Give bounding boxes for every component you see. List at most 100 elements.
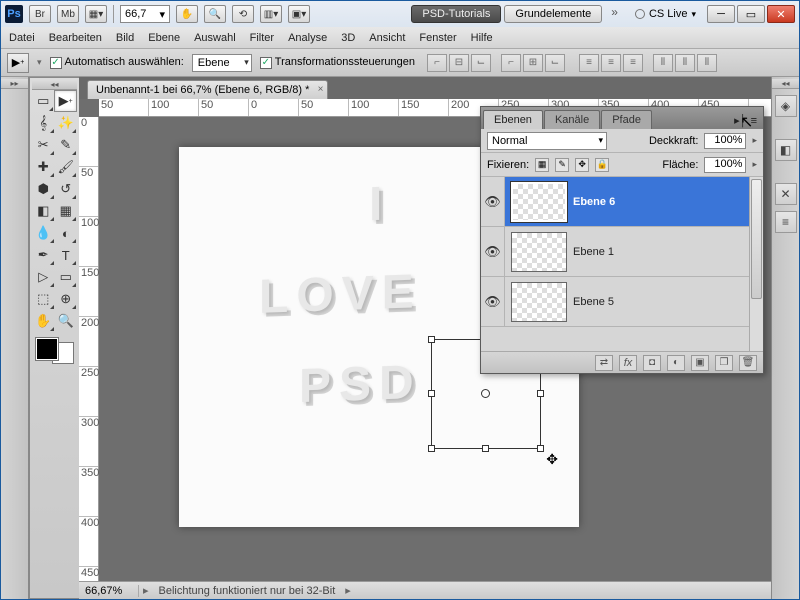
menu-ansicht[interactable]: Ansicht [369, 32, 405, 44]
left-dock-expand-icon[interactable]: ▸▸ [1, 79, 28, 89]
pen-tool[interactable]: ✒ [32, 244, 55, 266]
scrollbar-thumb[interactable] [751, 179, 762, 299]
opacity-input[interactable]: 100% [704, 133, 746, 149]
minibridge-button[interactable]: Mb [57, 5, 79, 23]
align-right[interactable]: ⌙ [545, 54, 565, 72]
eraser-tool[interactable]: ◧ [32, 200, 55, 222]
blur-tool[interactable]: 💧 [32, 222, 55, 244]
menu-auswahl[interactable]: Auswahl [194, 32, 236, 44]
align-bottom[interactable]: ⌙ [471, 54, 491, 72]
transform-center-icon[interactable] [481, 389, 490, 398]
document-tab[interactable]: Unbenannt-1 bei 66,7% (Ebene 6, RGB/8) *… [87, 80, 328, 99]
dist-top[interactable]: ≡ [579, 54, 599, 72]
hand-button[interactable]: ✋ [176, 5, 198, 23]
path-select-tool[interactable]: ▷ [32, 266, 55, 288]
transform-handle-bl[interactable] [428, 445, 435, 452]
align-hcenter[interactable]: ⊞ [523, 54, 543, 72]
history-brush-tool[interactable]: ↺ [55, 178, 78, 200]
layer-thumbnail[interactable] [511, 182, 567, 222]
transform-controls-checkbox[interactable]: ✓Transformationssteuerungen [260, 56, 415, 69]
layer-row[interactable]: 👁 Ebene 6 [481, 177, 763, 227]
close-button[interactable]: ✕ [767, 5, 795, 23]
eyedropper-tool[interactable]: ✎ [55, 134, 78, 156]
align-vcenter[interactable]: ⊟ [449, 54, 469, 72]
menu-ebene[interactable]: Ebene [148, 32, 180, 44]
gradient-tool[interactable]: ▦ [55, 200, 78, 222]
tab-ebenen[interactable]: Ebenen [483, 110, 543, 129]
dist-hcenter[interactable]: ⦀ [675, 54, 695, 72]
dist-left[interactable]: ⦀ [653, 54, 673, 72]
zoom-level-input[interactable]: 66,7▾ [120, 5, 170, 23]
zoom-button[interactable]: 🔍 [204, 5, 226, 23]
layers-icon[interactable]: ◈ [775, 95, 797, 117]
wand-tool[interactable]: ✨ [55, 112, 78, 134]
move-tool[interactable]: ▶+ [54, 90, 77, 112]
3d-tool[interactable]: ⬚ [32, 288, 55, 310]
fill-input[interactable]: 100% [704, 157, 746, 173]
workspace-more-icon[interactable]: » [605, 5, 624, 23]
lock-all-icon[interactable]: 🔒 [595, 158, 609, 172]
menu-fenster[interactable]: Fenster [419, 32, 456, 44]
maximize-button[interactable]: ▭ [737, 5, 765, 23]
type-tool[interactable]: T [55, 244, 78, 266]
menu-3d[interactable]: 3D [341, 32, 355, 44]
layer-row[interactable]: 👁 Ebene 1 [481, 227, 763, 277]
stamp-tool[interactable]: ⬢ [32, 178, 55, 200]
menu-datei[interactable]: Datei [9, 32, 35, 44]
marquee-tool[interactable]: ▭ [32, 90, 54, 112]
auto-select-target-dropdown[interactable]: Ebene [192, 54, 252, 72]
blend-mode-dropdown[interactable]: Normal [487, 132, 607, 150]
layer-name[interactable]: Ebene 1 [573, 246, 614, 258]
status-zoom[interactable]: 66,67% [79, 585, 139, 597]
menu-bild[interactable]: Bild [116, 32, 134, 44]
align-left[interactable]: ⌐ [501, 54, 521, 72]
close-tab-icon[interactable]: × [318, 84, 324, 95]
transform-handle-bm[interactable] [482, 445, 489, 452]
dist-right[interactable]: ⦀ [697, 54, 717, 72]
opacity-slider-icon[interactable]: ▸ [752, 135, 757, 146]
tab-kanaele[interactable]: Kanäle [544, 110, 600, 129]
layer-style-icon[interactable]: fx [619, 355, 637, 371]
visibility-icon[interactable]: 👁 [481, 227, 505, 276]
screenmode-button[interactable]: ▣▾ [288, 5, 310, 23]
layer-name[interactable]: Ebene 5 [573, 296, 614, 308]
color-swatch[interactable] [36, 338, 74, 364]
layer-row[interactable]: 👁 Ebene 5 [481, 277, 763, 327]
workspace-psdtutorials[interactable]: PSD-Tutorials [411, 5, 501, 23]
align-top[interactable]: ⌐ [427, 54, 447, 72]
history-icon[interactable]: ≡ [775, 211, 797, 233]
zoom-tool[interactable]: 🔍 [55, 310, 78, 332]
lock-position-icon[interactable]: ✥ [575, 158, 589, 172]
transform-handle-br[interactable] [537, 445, 544, 452]
visibility-icon[interactable]: 👁 [481, 177, 505, 226]
new-layer-icon[interactable]: ❐ [715, 355, 733, 371]
link-layers-icon[interactable]: ⇄ [595, 355, 613, 371]
panel-flyout-icon[interactable]: ▸│ [734, 114, 746, 127]
menu-hilfe[interactable]: Hilfe [471, 32, 493, 44]
adjustments-icon[interactable]: ◧ [775, 139, 797, 161]
arrange-button[interactable]: ▥▾ [260, 5, 282, 23]
cslive-button[interactable]: CS Live▾ [627, 5, 704, 23]
lock-transparency-icon[interactable]: ▦ [535, 158, 549, 172]
workspace-grundelemente[interactable]: Grundelemente [504, 5, 602, 23]
dist-vcenter[interactable]: ≡ [601, 54, 621, 72]
menu-analyse[interactable]: Analyse [288, 32, 327, 44]
visibility-icon[interactable]: 👁 [481, 277, 505, 326]
current-tool-icon[interactable]: ▶+ [7, 53, 29, 73]
hand-tool[interactable]: ✋ [32, 310, 55, 332]
transform-handle-ml[interactable] [428, 390, 435, 397]
dodge-tool[interactable]: ◐ [55, 222, 78, 244]
minimize-button[interactable]: ─ [707, 5, 735, 23]
lock-pixels-icon[interactable]: ✎ [555, 158, 569, 172]
lasso-tool[interactable]: 𝄞 [32, 112, 55, 134]
crop-tool[interactable]: ✂ [32, 134, 55, 156]
tab-pfade[interactable]: Pfade [601, 110, 652, 129]
transform-handle-mr[interactable] [537, 390, 544, 397]
layer-thumbnail[interactable] [511, 282, 567, 322]
panel-menu-icon[interactable]: ≡ [751, 115, 757, 127]
adjustment-layer-icon[interactable]: ◐ [667, 355, 685, 371]
panel-scrollbar[interactable] [749, 177, 763, 351]
fill-slider-icon[interactable]: ▸ [752, 159, 757, 170]
bridge-button[interactable]: Br [29, 5, 51, 23]
layer-mask-icon[interactable]: ◘ [643, 355, 661, 371]
